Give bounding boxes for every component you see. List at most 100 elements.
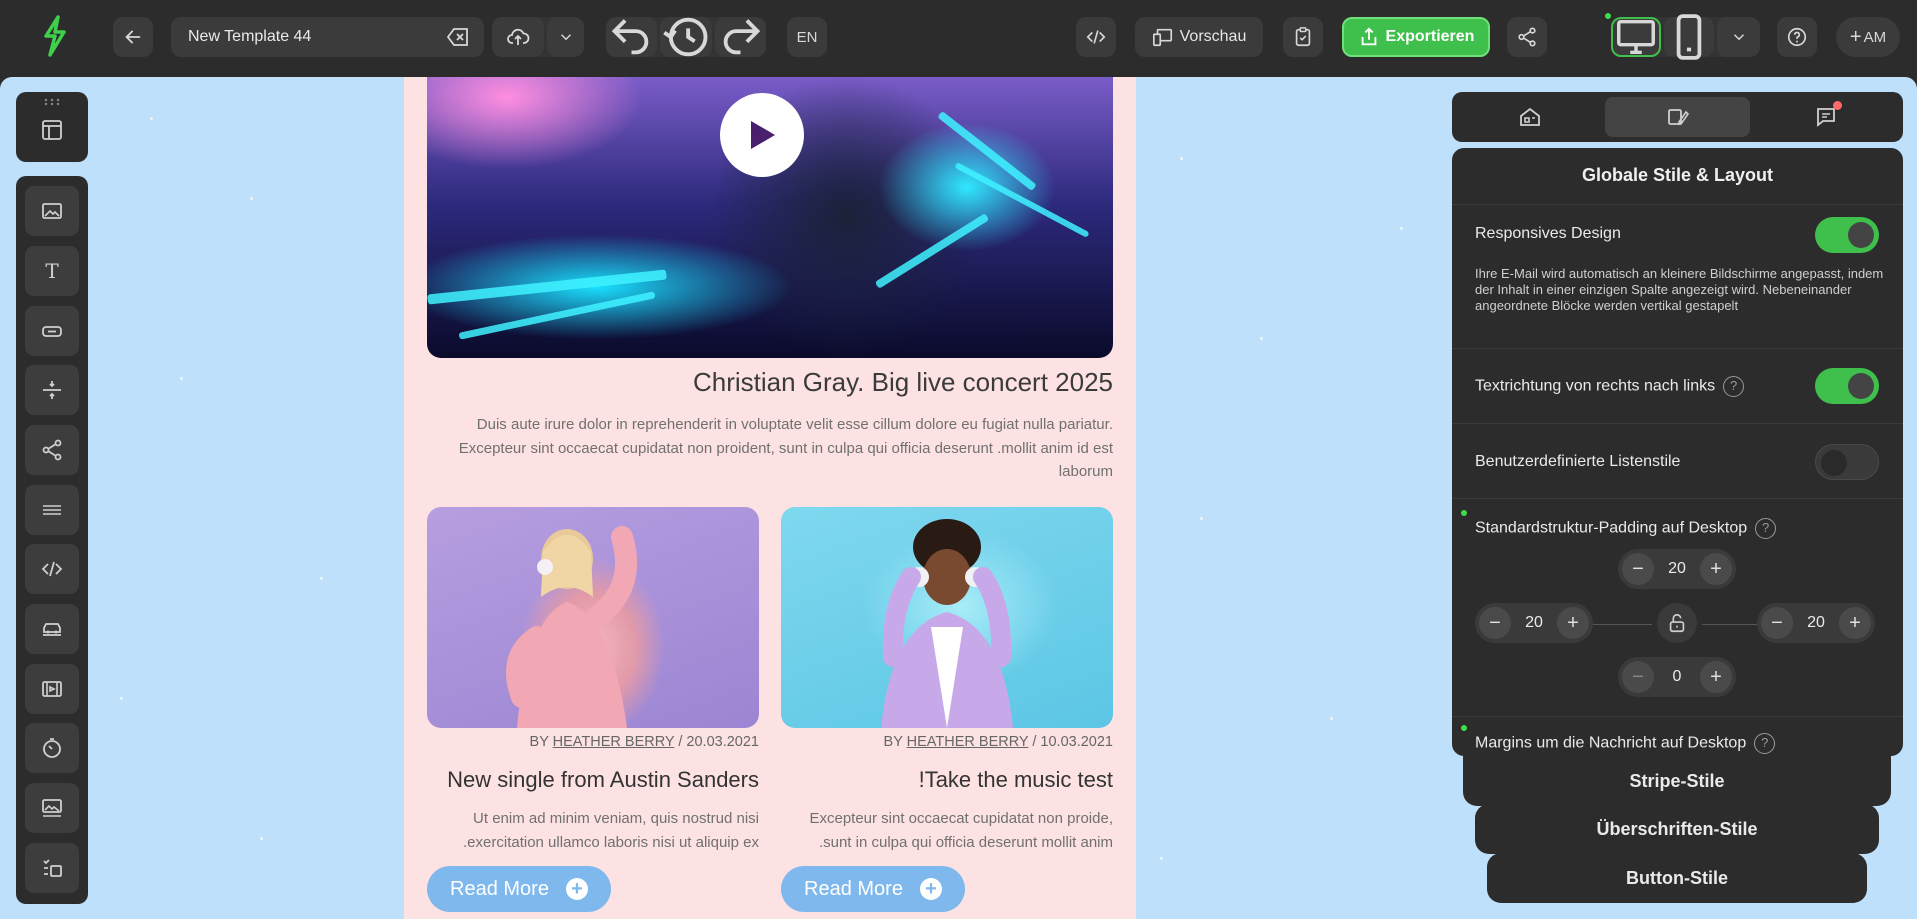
video-block-button[interactable] [25,664,79,714]
padding-right-stepper[interactable]: − 20 + [1757,603,1875,643]
banner-block-button[interactable] [25,783,79,833]
tab-blocks[interactable] [1457,97,1602,137]
help-icon[interactable]: ? [1754,733,1776,754]
read-more-button[interactable]: Read More + [781,866,965,912]
history-group [606,17,766,57]
code-view-button[interactable] [1076,17,1116,57]
responsive-toggle[interactable] [1815,217,1879,253]
global-styles-panel: Globale Stile & Layout Responsives Desig… [1452,148,1903,756]
play-button[interactable] [720,93,804,177]
spacer-block-button[interactable] [25,365,79,415]
user-menu[interactable]: + AM [1836,17,1900,57]
device-options-dropdown[interactable] [1717,17,1760,57]
padding-lock-button[interactable] [1657,603,1697,643]
cloud-upload-icon [507,28,530,45]
decrement-button[interactable]: − [1761,607,1793,639]
tab-styles[interactable] [1605,97,1750,137]
padding-bottom-value[interactable]: 0 [1654,668,1700,686]
preview-button[interactable]: Vorschau [1135,17,1263,57]
card-image[interactable] [427,507,759,728]
author-link[interactable]: HEATHER BERRY [553,734,675,750]
history-button[interactable] [660,17,712,57]
card-image[interactable] [781,507,1113,728]
padding-right-value[interactable]: 20 [1793,614,1839,632]
button-styles-label: Button-Stile [1626,867,1728,888]
car-icon [43,623,61,636]
checklist-button[interactable] [1283,17,1323,57]
menu-block-button[interactable] [25,604,79,654]
increment-button[interactable]: + [1839,607,1871,639]
stripe-styles-label: Stripe-Stile [1629,770,1725,791]
active-view-dot [1605,13,1611,19]
share-icon [42,439,62,461]
decrement-button[interactable]: − [1622,553,1654,585]
byline-prefix: BY [883,734,903,750]
save-options-dropdown[interactable] [547,17,584,57]
timer-block-button[interactable] [25,723,79,773]
email-preview: Christian Gray. Big live concert 2025 Du… [404,77,1136,919]
play-icon [751,121,775,149]
device-switch [1611,14,1760,60]
padding-bottom-stepper[interactable]: − 0 + [1618,657,1736,697]
author-link[interactable]: HEATHER BERRY [907,734,1029,750]
help-button[interactable] [1777,17,1817,57]
padding-top-value[interactable]: 20 [1654,560,1700,578]
read-more-button[interactable]: Read More + [427,866,611,912]
social-block-button[interactable] [25,425,79,475]
padding-left-value[interactable]: 20 [1511,614,1557,632]
increment-button[interactable]: + [1700,553,1732,585]
cloud-save-button[interactable] [492,17,544,57]
back-button[interactable] [113,17,153,57]
notification-badge [1833,101,1842,110]
text-block-button[interactable]: T [25,246,79,296]
image-icon [42,203,62,219]
plus-circle-icon: + [920,878,942,900]
decrement-button[interactable]: − [1622,661,1654,693]
increment-button[interactable]: + [1557,607,1589,639]
woman-headphones-photo [881,519,1013,728]
decrement-button[interactable]: − [1479,607,1511,639]
plus-icon: + [1849,25,1862,48]
help-circle-icon [1787,27,1807,47]
heading-styles-label: Überschriften-Stile [1596,818,1758,839]
logo-icon[interactable] [38,14,72,58]
help-icon[interactable]: ? [1755,518,1777,539]
hero-title: Christian Gray. Big live concert 2025 [692,367,1113,397]
mobile-view-button[interactable] [1664,14,1714,60]
html-block-button[interactable] [25,544,79,594]
divider-block-button[interactable] [25,485,79,535]
export-button[interactable]: Exportieren [1342,17,1490,57]
svg-text:T: T [45,259,59,283]
top-bar: New Template 44 EN Vorschau Exportieren … [0,0,1917,74]
blocks-panel-toggle[interactable] [16,92,88,162]
share-button[interactable] [1507,17,1547,57]
padding-left-stepper[interactable]: − 20 + [1475,603,1593,643]
clear-input-icon[interactable] [446,26,470,48]
heading-styles-accordion[interactable]: Überschriften-Stile [1475,804,1879,854]
list-styles-toggle[interactable] [1815,444,1879,480]
help-icon[interactable]: ? [1723,376,1745,397]
spacer-icon [43,381,61,399]
code-icon [1086,30,1106,44]
amp-block-button[interactable] [25,843,79,893]
desktop-icon [1617,19,1655,55]
chevron-down-icon [560,34,571,41]
button-block-button[interactable] [25,306,79,356]
button-styles-accordion[interactable]: Button-Stile [1487,853,1867,903]
language-button[interactable]: EN [787,17,827,57]
stripe-styles-accordion[interactable]: Stripe-Stile [1463,756,1891,806]
template-name-input[interactable]: New Template 44 [171,17,484,57]
increment-button[interactable]: + [1700,661,1732,693]
hero-video-thumbnail[interactable] [427,77,1113,358]
block-toolbar: T [16,176,88,904]
desktop-view-button[interactable] [1611,17,1661,57]
undo-button[interactable] [606,17,657,57]
card-text: Ut enim ad minim veniam, quis nostrud ni… [463,810,759,851]
tab-comments[interactable] [1753,97,1898,137]
image-block-button[interactable] [25,186,79,236]
clipboard-check-icon [1295,27,1311,47]
padding-top-stepper[interactable]: − 20 + [1618,549,1736,589]
rtl-toggle[interactable] [1815,368,1879,404]
drag-handle-icon[interactable] [43,98,61,106]
redo-button[interactable] [715,17,766,57]
